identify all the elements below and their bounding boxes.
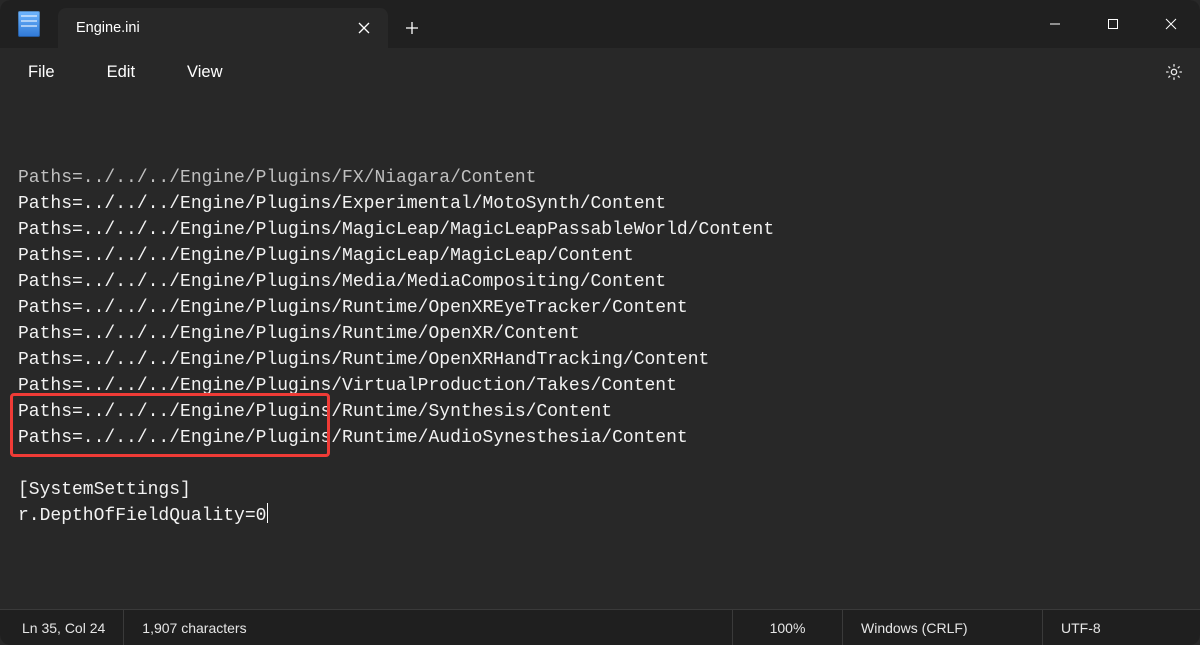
text-caret bbox=[267, 503, 268, 523]
editor-line: [SystemSettings] bbox=[18, 477, 1182, 503]
text-editor[interactable]: Paths=../../../Engine/Plugins/FX/Niagara… bbox=[0, 96, 1200, 609]
maximize-button[interactable] bbox=[1084, 0, 1142, 48]
editor-line: Paths=../../../Engine/Plugins/FX/Niagara… bbox=[18, 165, 1182, 191]
tab-title: Engine.ini bbox=[76, 20, 350, 36]
editor-line: Paths=../../../Engine/Plugins/VirtualPro… bbox=[18, 373, 1182, 399]
editor-line: Paths=../../../Engine/Plugins/Runtime/Op… bbox=[18, 347, 1182, 373]
close-tab-button[interactable] bbox=[350, 14, 378, 42]
status-char-count: 1,907 characters bbox=[123, 610, 264, 645]
editor-line bbox=[18, 451, 1182, 477]
menu-view[interactable]: View bbox=[173, 57, 236, 88]
status-position: Ln 35, Col 24 bbox=[8, 610, 123, 645]
notepad-icon bbox=[18, 11, 40, 37]
editor-line: r.DepthOfFieldQuality=0 bbox=[18, 503, 1182, 529]
settings-button[interactable] bbox=[1156, 54, 1192, 90]
editor-line: Paths=../../../Engine/Plugins/Runtime/Op… bbox=[18, 295, 1182, 321]
editor-line: Paths=../../../Engine/Plugins/Experiment… bbox=[18, 191, 1182, 217]
window-controls bbox=[1026, 0, 1200, 48]
editor-line: Paths=../../../Engine/Plugins/Runtime/Sy… bbox=[18, 399, 1182, 425]
menu-bar: File Edit View bbox=[0, 48, 1200, 96]
editor-line: Paths=../../../Engine/Plugins/MagicLeap/… bbox=[18, 217, 1182, 243]
editor-line: Paths=../../../Engine/Plugins/Runtime/Op… bbox=[18, 321, 1182, 347]
editor-line: Paths=../../../Engine/Plugins/Runtime/Au… bbox=[18, 425, 1182, 451]
editor-line: Paths=../../../Engine/Plugins/MagicLeap/… bbox=[18, 243, 1182, 269]
tab-active[interactable]: Engine.ini bbox=[58, 8, 388, 48]
minimize-button[interactable] bbox=[1026, 0, 1084, 48]
status-zoom[interactable]: 100% bbox=[732, 610, 842, 645]
status-bar: Ln 35, Col 24 1,907 characters 100% Wind… bbox=[0, 609, 1200, 645]
close-window-button[interactable] bbox=[1142, 0, 1200, 48]
title-bar: Engine.ini bbox=[0, 0, 1200, 48]
app-icon bbox=[0, 0, 58, 48]
status-line-ending[interactable]: Windows (CRLF) bbox=[842, 610, 1042, 645]
menu-file[interactable]: File bbox=[14, 57, 69, 88]
editor-line: Paths=../../../Engine/Plugins/Media/Medi… bbox=[18, 269, 1182, 295]
status-encoding[interactable]: UTF-8 bbox=[1042, 610, 1192, 645]
new-tab-button[interactable] bbox=[388, 8, 436, 48]
menu-edit[interactable]: Edit bbox=[93, 57, 149, 88]
